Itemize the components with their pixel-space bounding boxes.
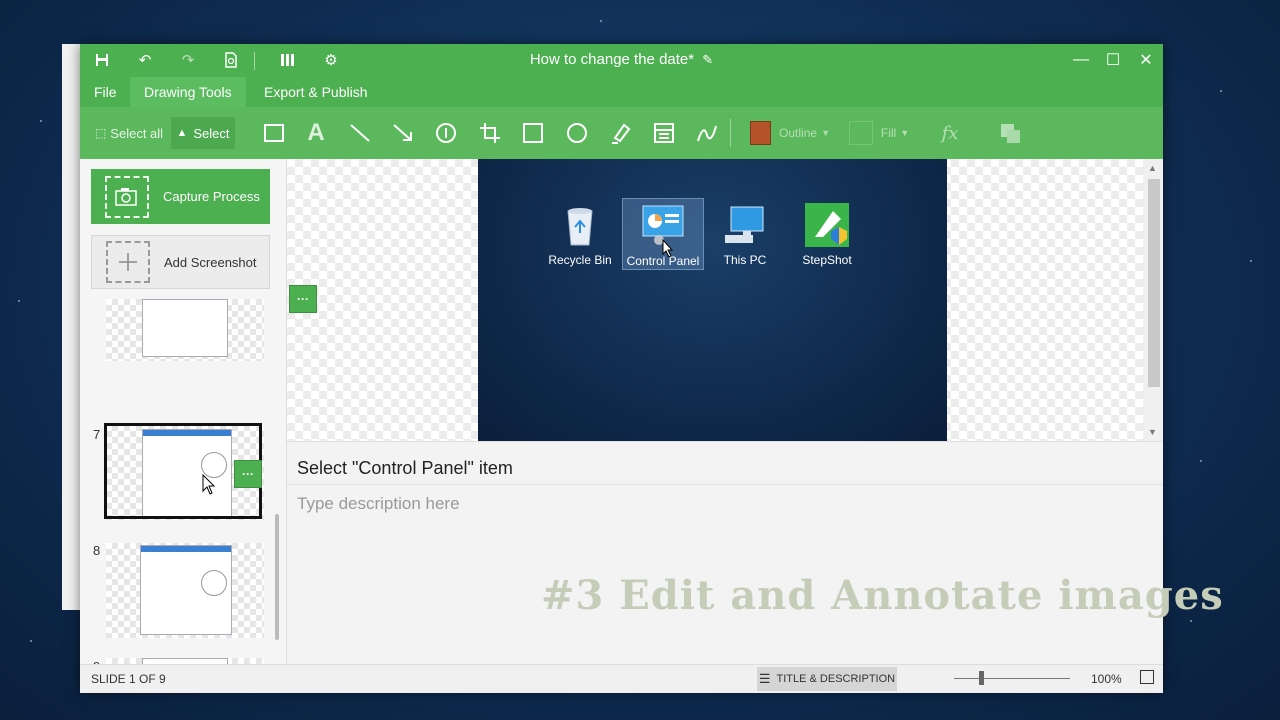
outline-swatch	[750, 121, 772, 145]
title-description-button[interactable]: ☰ TITLE & DESCRIPTION	[757, 667, 897, 691]
arrow-icon[interactable]	[389, 117, 417, 149]
close-button[interactable]: ✕	[1131, 48, 1161, 72]
fill-color-picker[interactable]: Fill ▼	[846, 117, 912, 149]
fx-label: fx	[941, 122, 959, 144]
select-all-button[interactable]: ⬚ Select all	[94, 117, 164, 149]
slide-thumbnail-8[interactable]	[106, 543, 264, 638]
crop-icon[interactable]	[476, 117, 504, 149]
mouse-cursor-icon	[202, 474, 216, 495]
select-all-label: Select all	[110, 125, 164, 141]
capture-process-label: Capture Process	[163, 189, 260, 204]
title-bar: ↶ ↷ ⚙ How to change the date* ✎ — ☐ ✕	[80, 44, 1163, 77]
slide-preview	[140, 545, 232, 635]
description-field[interactable]: Type description here	[297, 494, 460, 514]
drawing-toolbar: ⬚ Select all ▲ Select A Outline ▼ Fill ▼…	[80, 107, 1163, 159]
freehand-icon[interactable]	[693, 117, 721, 149]
image-icon[interactable]	[650, 117, 678, 149]
status-bar: SLIDE 1 OF 9 ☰ TITLE & DESCRIPTION 100%	[80, 664, 1163, 693]
chevron-down-icon: ▼	[821, 128, 830, 138]
scrollbar-thumb[interactable]	[1148, 179, 1160, 387]
square-icon[interactable]	[519, 117, 547, 149]
add-image-icon	[106, 241, 150, 283]
watermark-caption: #3 Edit and Annotate images	[541, 572, 1224, 619]
step-title-field[interactable]: Select "Control Panel" item	[297, 458, 513, 479]
fit-to-screen-icon[interactable]	[1140, 670, 1154, 684]
pointer-icon: ▲	[176, 127, 188, 139]
slide-number: 7	[93, 427, 101, 442]
title-description-label: TITLE & DESCRIPTION	[776, 673, 896, 685]
zoom-level: 100%	[1091, 672, 1122, 686]
desktop-icon-recycle-bin: Recycle Bin	[539, 197, 621, 267]
scroll-down-icon[interactable]: ▼	[1148, 427, 1157, 437]
slides-sidebar: Capture Process Add Screenshot 7 ··· 8	[80, 159, 287, 674]
menu-file[interactable]: File	[80, 77, 131, 107]
window-title: How to change the date* ✎	[80, 51, 1163, 68]
scroll-up-icon[interactable]: ▲	[1148, 163, 1157, 173]
camera-icon	[105, 175, 149, 218]
step-number-icon[interactable]	[432, 117, 460, 149]
window-title-text: How to change the date*	[529, 51, 695, 68]
line-icon[interactable]	[346, 117, 374, 149]
effects-button[interactable]: fx	[935, 117, 965, 149]
mouse-cursor-icon	[662, 239, 674, 258]
slide-more-button[interactable]: ···	[234, 460, 262, 488]
select-button[interactable]: ▲ Select	[171, 117, 235, 149]
desktop-icon-this-pc: This PC	[704, 197, 786, 267]
recycle-bin-icon	[556, 201, 604, 249]
slide-counter: SLIDE 1 OF 9	[91, 672, 166, 686]
select-all-icon: ⬚	[94, 126, 107, 140]
desktop-icon-label: Recycle Bin	[548, 253, 612, 267]
outline-label: Outline	[779, 126, 818, 140]
desktop-icon-control-panel: Control Panel	[622, 198, 704, 270]
editor-canvas[interactable]: Recycle Bin Control Panel This PC StepSh…	[287, 159, 1153, 441]
duplicate-icon[interactable]	[996, 117, 1026, 149]
desktop-icon-stepshot: StepShot	[786, 197, 868, 267]
canvas-scrollbar[interactable]: ▲ ▼	[1143, 159, 1163, 441]
capture-process-button[interactable]: Capture Process	[91, 169, 270, 224]
divider	[287, 484, 1163, 485]
computer-icon	[721, 201, 769, 249]
desktop-icon-label: This PC	[723, 253, 767, 267]
rectangle-icon[interactable]	[260, 117, 288, 149]
menu-export-publish[interactable]: Export & Publish	[250, 77, 382, 107]
chevron-down-icon: ▼	[900, 128, 910, 138]
highlighter-icon[interactable]	[606, 117, 634, 149]
sidebar-scrollbar[interactable]	[275, 514, 279, 640]
canvas-more-button[interactable]: ···	[289, 285, 317, 313]
slide-thumbnail[interactable]	[106, 299, 264, 361]
screenshot-image[interactable]: Recycle Bin Control Panel This PC StepSh…	[478, 159, 947, 441]
fill-label: Fill	[880, 126, 897, 140]
desktop-icon-label: StepShot	[802, 253, 852, 267]
text-icon[interactable]: A	[302, 117, 330, 149]
slide-preview	[142, 299, 228, 357]
add-screenshot-button[interactable]: Add Screenshot	[91, 235, 270, 289]
stepshot-window: ↶ ↷ ⚙ How to change the date* ✎ — ☐ ✕ Fi…	[80, 44, 1223, 693]
add-screenshot-label: Add Screenshot	[164, 254, 257, 270]
maximize-button[interactable]: ☐	[1098, 48, 1128, 72]
lines-icon: ☰	[758, 671, 771, 686]
outline-color-picker[interactable]: Outline ▼	[750, 117, 830, 149]
edit-title-icon[interactable]: ✎	[702, 52, 713, 67]
fill-swatch	[848, 121, 873, 145]
stepshot-icon	[803, 201, 851, 249]
zoom-slider-knob[interactable]	[979, 671, 984, 685]
menu-bar: File Drawing Tools Export & Publish	[80, 77, 1163, 107]
minimize-button[interactable]: —	[1066, 48, 1096, 72]
description-panel: Select "Control Panel" item Type descrip…	[287, 441, 1223, 665]
select-label: Select	[193, 125, 230, 141]
zoom-slider[interactable]	[954, 678, 1070, 679]
ellipse-icon[interactable]	[563, 117, 591, 149]
menu-drawing-tools[interactable]: Drawing Tools	[130, 77, 246, 107]
slide-number: 8	[93, 543, 101, 558]
